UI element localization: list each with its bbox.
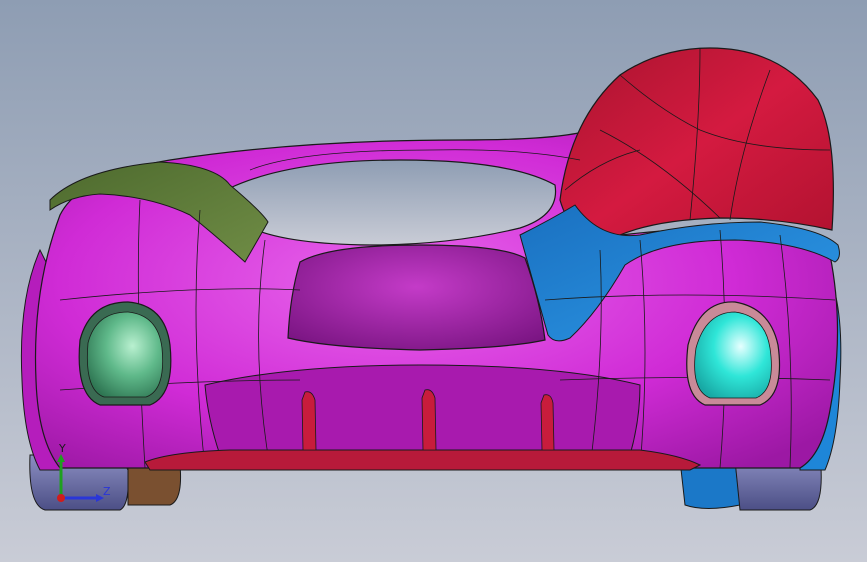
y-arrow-icon — [57, 454, 65, 462]
coordinate-triad: Y Z — [40, 438, 120, 518]
right-headlight — [686, 301, 781, 406]
x-axis-icon — [57, 494, 65, 502]
car-body-model[interactable] — [0, 0, 867, 562]
triad-axes — [57, 454, 104, 502]
left-headlight — [78, 301, 172, 406]
triad-y-label: Y — [59, 442, 66, 455]
center-recess — [287, 244, 546, 351]
3d-viewport[interactable]: Y Z — [0, 0, 867, 562]
triad-z-label: Z — [103, 485, 111, 498]
